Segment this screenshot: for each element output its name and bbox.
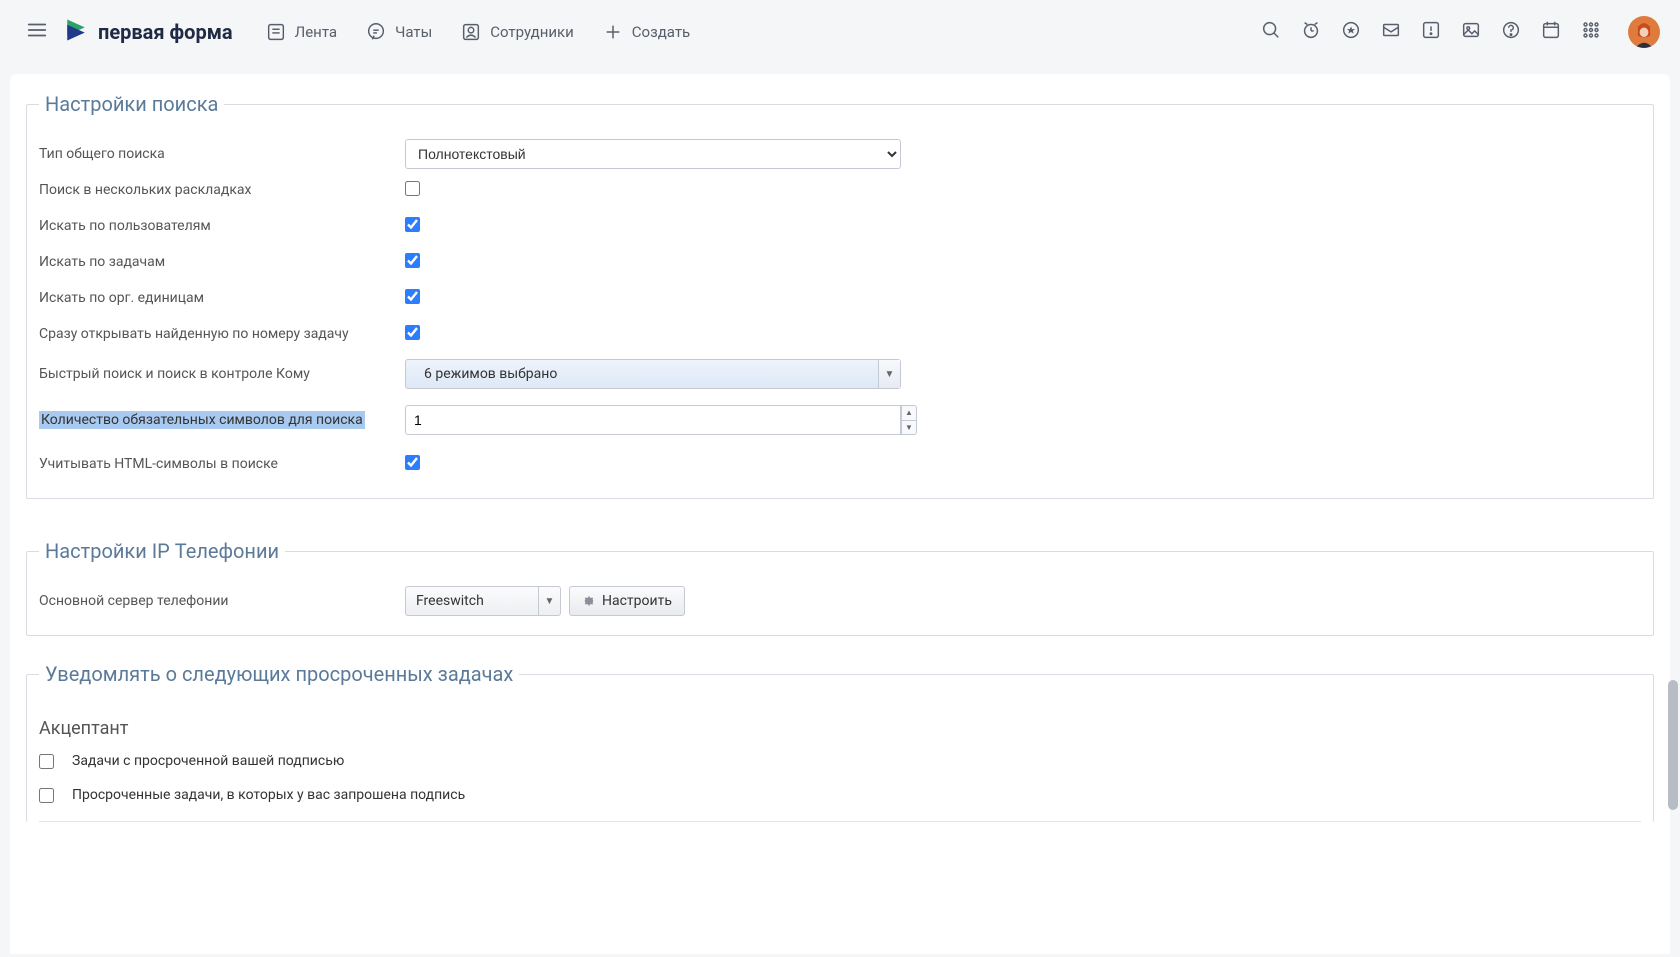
- telephony-legend: Настройки IP Телефонии: [39, 539, 285, 563]
- chevron-down-icon: ▼: [878, 360, 900, 388]
- chevron-down-icon: ▼: [538, 587, 560, 615]
- by-users-label: Искать по пользователям: [39, 218, 405, 234]
- nav-chats[interactable]: Чаты: [365, 21, 432, 43]
- telephony-server-select[interactable]: Freeswitch ▼: [405, 586, 561, 616]
- page-content: Настройки поиска Тип общего поиска Полно…: [10, 74, 1670, 954]
- by-orgunits-checkbox[interactable]: [405, 289, 420, 304]
- main-nav: Лента Чаты Сотрудники Создать: [265, 21, 691, 43]
- search-type-select[interactable]: Полнотекстовый: [405, 139, 901, 169]
- nav-create-label: Создать: [632, 23, 690, 41]
- nav-chats-label: Чаты: [395, 23, 432, 41]
- open-by-number-label: Сразу открывать найденную по номеру зада…: [39, 326, 405, 342]
- nav-create[interactable]: Создать: [602, 21, 690, 43]
- favorite-icon[interactable]: [1340, 19, 1362, 45]
- quick-search-multiselect[interactable]: 6 режимов выбрано ▼: [405, 359, 901, 389]
- overdue-row2-checkbox[interactable]: [39, 788, 54, 803]
- gear-icon: [582, 594, 596, 608]
- alert-icon[interactable]: [1420, 19, 1442, 45]
- spinner-down-button[interactable]: ▼: [901, 420, 917, 436]
- open-by-number-checkbox[interactable]: [405, 325, 420, 340]
- telephony-server-value: Freeswitch: [416, 593, 484, 609]
- quick-search-label: Быстрый поиск и поиск в контроле Кому: [39, 366, 405, 382]
- overdue-row1-checkbox[interactable]: [39, 754, 54, 769]
- multi-layout-checkbox[interactable]: [405, 181, 420, 196]
- logo-text: первая форма: [98, 20, 233, 44]
- html-symbols-checkbox[interactable]: [405, 455, 420, 470]
- acceptor-heading: Акцептант: [39, 718, 1641, 739]
- telephony-fieldset: Настройки IP Телефонии Основной сервер т…: [26, 539, 1654, 636]
- search-icon[interactable]: [1260, 19, 1282, 45]
- apps-icon[interactable]: [1580, 19, 1602, 45]
- overdue-row2-label: Просроченные задачи, в которых у вас зап…: [72, 787, 465, 803]
- logo-icon: [62, 16, 90, 48]
- nav-feed[interactable]: Лента: [265, 21, 337, 43]
- overdue-legend: Уведомлять о следующих просроченных зада…: [39, 662, 519, 686]
- search-settings-fieldset: Настройки поиска Тип общего поиска Полно…: [26, 92, 1654, 499]
- help-icon[interactable]: [1500, 19, 1522, 45]
- top-bar: первая форма Лента Чаты Сотрудники Созда…: [0, 0, 1680, 64]
- inbox-icon[interactable]: [1380, 19, 1402, 45]
- search-type-label: Тип общего поиска: [39, 146, 405, 162]
- multi-layout-label: Поиск в нескольких раскладках: [39, 182, 405, 198]
- user-avatar[interactable]: [1628, 16, 1660, 48]
- by-tasks-checkbox[interactable]: [405, 253, 420, 268]
- alarm-icon[interactable]: [1300, 19, 1322, 45]
- scrollbar-thumb[interactable]: [1668, 680, 1678, 810]
- html-symbols-label: Учитывать HTML-символы в поиске: [39, 456, 405, 472]
- min-chars-label: Количество обязательных символов для пои…: [39, 411, 365, 429]
- nav-feed-label: Лента: [295, 23, 337, 41]
- menu-toggle-button[interactable]: [20, 13, 54, 51]
- quick-search-value: 6 режимов выбрано: [416, 366, 557, 382]
- image-icon[interactable]: [1460, 19, 1482, 45]
- telephony-server-label: Основной сервер телефонии: [39, 593, 405, 609]
- nav-people-label: Сотрудники: [490, 23, 574, 41]
- by-users-checkbox[interactable]: [405, 217, 420, 232]
- configure-button[interactable]: Настроить: [569, 586, 685, 616]
- min-chars-input[interactable]: [405, 405, 901, 435]
- app-logo[interactable]: первая форма: [62, 16, 233, 48]
- toolbar-icons: [1260, 19, 1602, 45]
- configure-button-label: Настроить: [602, 593, 672, 609]
- calendar-icon[interactable]: [1540, 19, 1562, 45]
- spinner-up-button[interactable]: ▲: [901, 405, 917, 420]
- divider: [39, 821, 1641, 822]
- nav-people[interactable]: Сотрудники: [460, 21, 574, 43]
- search-settings-legend: Настройки поиска: [39, 92, 224, 116]
- overdue-row1-label: Задачи с просроченной вашей подписью: [72, 753, 344, 769]
- by-tasks-label: Искать по задачам: [39, 254, 405, 270]
- overdue-fieldset: Уведомлять о следующих просроченных зада…: [26, 662, 1654, 822]
- by-orgunits-label: Искать по орг. единицам: [39, 290, 405, 306]
